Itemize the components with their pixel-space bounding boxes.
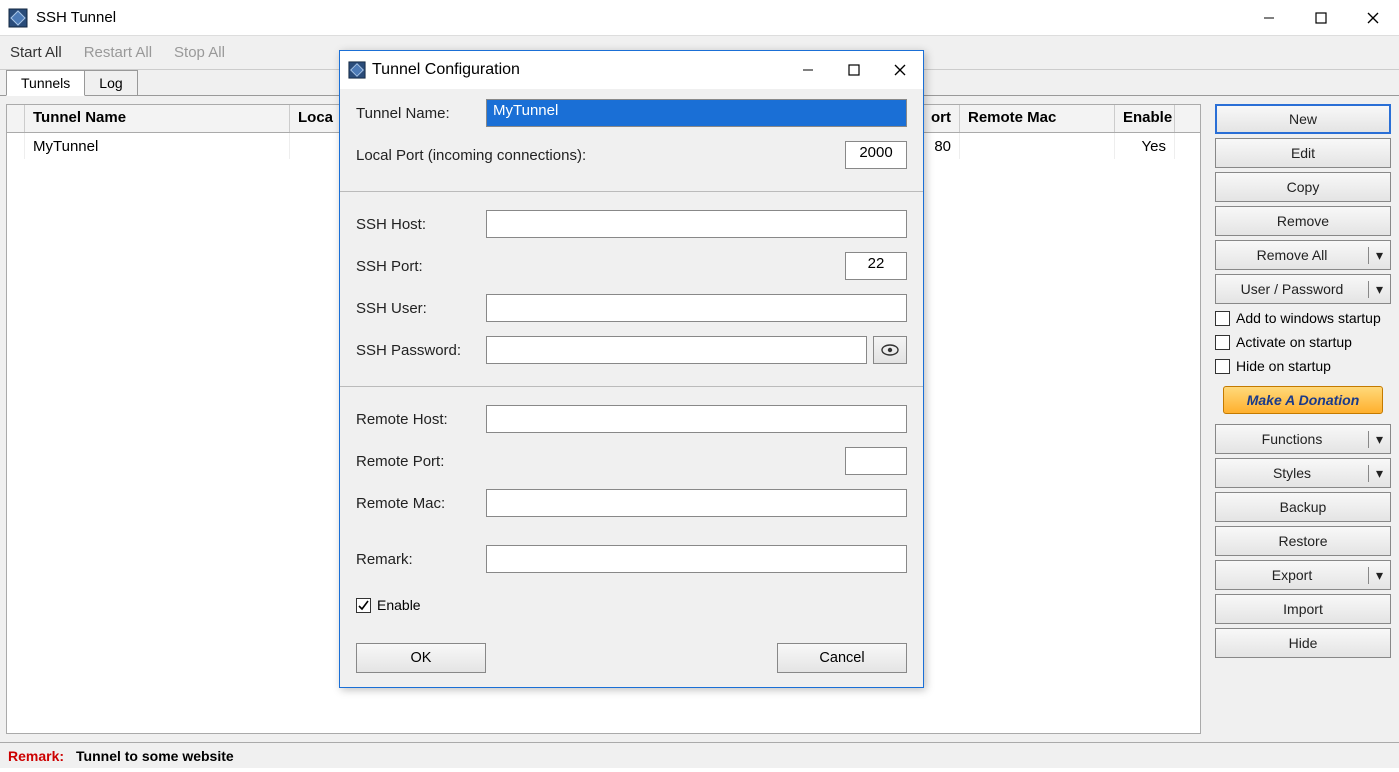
new-button[interactable]: New [1215, 104, 1391, 134]
label-ssh-host: SSH Host: [356, 216, 486, 233]
remove-all-button[interactable]: Remove All ▾ [1215, 240, 1391, 270]
start-all-button[interactable]: Start All [10, 44, 62, 61]
label-remark: Remark: [356, 551, 486, 568]
label-local-port: Local Port (incoming connections): [356, 147, 845, 164]
label-ssh-user: SSH User: [356, 300, 486, 317]
ssh-password-input[interactable] [486, 336, 867, 364]
remove-button[interactable]: Remove [1215, 206, 1391, 236]
minimize-button[interactable] [1243, 0, 1295, 36]
donate-button[interactable]: Make A Donation [1223, 386, 1383, 414]
user-password-button[interactable]: User / Password ▾ [1215, 274, 1391, 304]
ssh-user-input[interactable] [486, 294, 907, 322]
status-bar: Remark: Tunnel to some website [0, 742, 1399, 768]
cell-name: MyTunnel [25, 133, 290, 159]
hide-on-startup-checkbox[interactable]: Hide on startup [1215, 356, 1391, 376]
checkbox-icon [1215, 359, 1230, 374]
functions-button[interactable]: Functions ▾ [1215, 424, 1391, 454]
ok-button[interactable]: OK [356, 643, 486, 673]
dialog-minimize-button[interactable] [785, 51, 831, 89]
label-ssh-password: SSH Password: [356, 342, 486, 359]
cell-enable: Yes [1115, 133, 1175, 159]
dialog-titlebar[interactable]: Tunnel Configuration [340, 51, 923, 89]
label-ssh-port: SSH Port: [356, 258, 486, 275]
window-title: SSH Tunnel [36, 9, 116, 26]
remark-label: Remark: [8, 748, 64, 764]
remark-value: Tunnel to some website [76, 748, 234, 764]
ssh-port-input[interactable]: 22 [845, 252, 907, 280]
app-icon [348, 61, 366, 79]
import-button[interactable]: Import [1215, 594, 1391, 624]
remote-port-input[interactable] [845, 447, 907, 475]
row-indicator-icon [7, 133, 25, 159]
enable-checkbox[interactable]: Enable [356, 597, 421, 613]
export-button[interactable]: Export ▾ [1215, 560, 1391, 590]
label-tunnel-name: Tunnel Name: [356, 105, 486, 122]
side-panel: New Edit Copy Remove Remove All ▾ User /… [1207, 96, 1399, 742]
dialog-title: Tunnel Configuration [372, 61, 520, 79]
styles-button[interactable]: Styles ▾ [1215, 458, 1391, 488]
chevron-down-icon[interactable]: ▾ [1368, 567, 1390, 584]
maximize-button[interactable] [1295, 0, 1347, 36]
chevron-down-icon[interactable]: ▾ [1368, 431, 1390, 448]
remote-host-input[interactable] [486, 405, 907, 433]
dialog-maximize-button[interactable] [831, 51, 877, 89]
edit-button[interactable]: Edit [1215, 138, 1391, 168]
ssh-host-input[interactable] [486, 210, 907, 238]
checkbox-icon [356, 598, 371, 613]
checkbox-icon [1215, 311, 1230, 326]
chevron-down-icon[interactable]: ▾ [1368, 247, 1390, 264]
reveal-password-button[interactable] [873, 336, 907, 364]
copy-button[interactable]: Copy [1215, 172, 1391, 202]
tab-log[interactable]: Log [84, 70, 137, 95]
local-port-input[interactable]: 2000 [845, 141, 907, 169]
checkbox-icon [1215, 335, 1230, 350]
chevron-down-icon[interactable]: ▾ [1368, 281, 1390, 298]
dialog-close-button[interactable] [877, 51, 923, 89]
hide-button[interactable]: Hide [1215, 628, 1391, 658]
restart-all-button[interactable]: Restart All [84, 44, 152, 61]
cancel-button[interactable]: Cancel [777, 643, 907, 673]
label-remote-port: Remote Port: [356, 453, 486, 470]
close-button[interactable] [1347, 0, 1399, 36]
stop-all-button[interactable]: Stop All [174, 44, 225, 61]
backup-button[interactable]: Backup [1215, 492, 1391, 522]
col-remote-mac[interactable]: Remote Mac [960, 105, 1115, 132]
tab-tunnels[interactable]: Tunnels [6, 70, 85, 96]
eye-icon [881, 344, 899, 356]
col-tunnel-name[interactable]: Tunnel Name [25, 105, 290, 132]
remark-input[interactable] [486, 545, 907, 573]
tunnel-config-dialog: Tunnel Configuration Tunnel Name: MyTunn… [339, 50, 924, 688]
app-icon [8, 8, 28, 28]
chevron-down-icon[interactable]: ▾ [1368, 465, 1390, 482]
cell-rmac [960, 133, 1115, 159]
activate-on-startup-checkbox[interactable]: Activate on startup [1215, 332, 1391, 352]
remote-mac-input[interactable] [486, 489, 907, 517]
col-enable[interactable]: Enable [1115, 105, 1175, 132]
main-titlebar: SSH Tunnel [0, 0, 1399, 36]
tunnel-name-input[interactable]: MyTunnel [486, 99, 907, 127]
label-remote-host: Remote Host: [356, 411, 486, 428]
add-to-startup-checkbox[interactable]: Add to windows startup [1215, 308, 1391, 328]
label-remote-mac: Remote Mac: [356, 495, 486, 512]
restore-button[interactable]: Restore [1215, 526, 1391, 556]
